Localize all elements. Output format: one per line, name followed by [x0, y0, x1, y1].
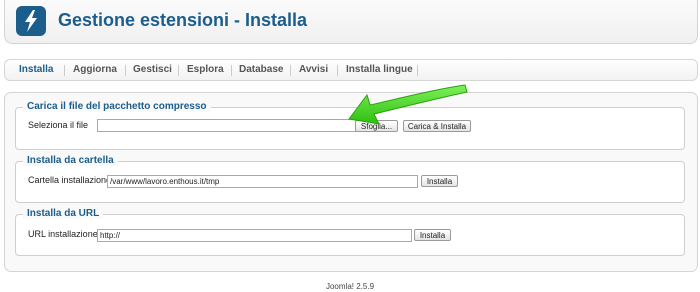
install-url-legend: Installa da URL — [23, 208, 104, 219]
tab-database[interactable]: Database — [239, 60, 283, 80]
tab-installa[interactable]: Installa — [19, 60, 53, 80]
tab-divider — [337, 65, 338, 76]
tab-gestisci[interactable]: Gestisci — [133, 60, 172, 80]
install-url-label: URL installazione — [28, 229, 98, 239]
green-arrow-icon — [348, 84, 468, 125]
install-folder-fieldset: Installa da cartella Cartella installazi… — [15, 155, 685, 203]
install-folder-button[interactable]: Installa — [421, 175, 458, 187]
tab-divider — [417, 65, 418, 76]
install-folder-legend: Installa da cartella — [23, 155, 118, 166]
tab-divider — [64, 65, 65, 76]
install-url-input[interactable] — [97, 229, 412, 242]
install-url-button[interactable]: Installa — [414, 229, 451, 241]
tab-aggiorna[interactable]: Aggiorna — [73, 60, 117, 80]
page-title: Gestione estensioni - Installa — [58, 10, 308, 30]
upload-package-legend: Carica il file del pacchetto compresso — [23, 101, 211, 112]
tab-divider — [125, 65, 126, 76]
toolbar-header: Gestione estensioni - Installa — [4, 0, 698, 44]
submenu-tabs: Installa Aggiorna Gestisci Esplora Datab… — [4, 59, 698, 81]
upload-file-input[interactable] — [97, 119, 357, 132]
tab-divider — [290, 65, 291, 76]
tab-divider — [178, 65, 179, 76]
tab-esplora[interactable]: Esplora — [187, 60, 224, 80]
version-footer: Joomla! 2.5.9 — [325, 282, 375, 291]
install-folder-input[interactable] — [107, 175, 418, 188]
tab-avvisi[interactable]: Avvisi — [299, 60, 328, 80]
tab-divider — [231, 65, 232, 76]
joomla-lightning-icon — [16, 6, 46, 36]
install-folder-label: Cartella installazione — [28, 175, 112, 185]
tab-installa-lingue[interactable]: Installa lingue — [346, 60, 413, 80]
upload-file-label: Seleziona il file — [28, 120, 89, 130]
install-url-fieldset: Installa da URL URL installazione Instal… — [15, 208, 685, 256]
